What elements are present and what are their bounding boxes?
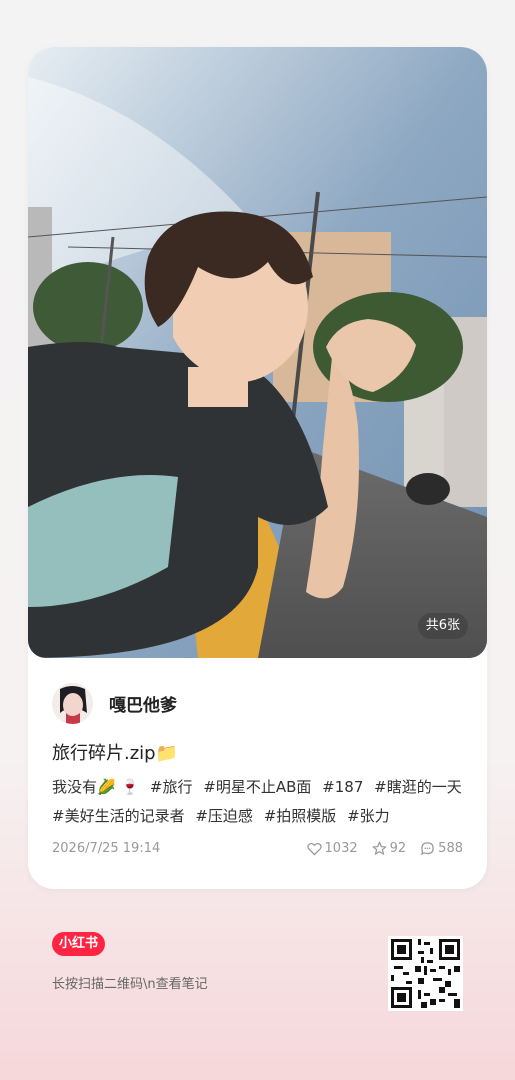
hashtag[interactable]: #旅行 — [150, 778, 193, 796]
post-meta: 2026/7/25 19:14 1032 92 588 — [52, 841, 463, 856]
hashtag[interactable]: #压迫感 — [195, 807, 253, 825]
favorite-count: 92 — [389, 841, 407, 856]
note-card[interactable]: 共6张 嘎巴他爹 旅行碎片.zip📁 我没有🌽 🍷 #旅行 #明星不止AB面 #… — [28, 47, 487, 889]
comment-icon — [421, 842, 434, 856]
hashtag[interactable]: #明星不止AB面 — [203, 778, 311, 796]
star-icon — [372, 841, 386, 855]
image-count-badge: 共6张 — [417, 613, 468, 639]
like-stat[interactable]: 1032 — [306, 841, 358, 856]
description-text: 我没有🌽 🍷 — [52, 778, 140, 796]
hashtag[interactable]: #张力 — [347, 807, 390, 825]
heart-icon — [306, 842, 322, 856]
comment-count: 588 — [438, 841, 463, 856]
post-description: 我没有🌽 🍷 #旅行 #明星不止AB面 #187 #瞎逛的一天 #美好生活的记录… — [52, 773, 472, 831]
post-title: 旅行碎片.zip📁 — [52, 743, 179, 764]
avatar[interactable] — [52, 682, 93, 724]
post-date: 2026/7/25 19:14 — [52, 841, 161, 856]
scan-tip: 长按扫描二维码\n查看笔记 — [52, 977, 208, 992]
like-count: 1032 — [324, 841, 358, 856]
favorite-stat[interactable]: 92 — [372, 841, 407, 856]
brand-logo: 小红书 — [52, 932, 106, 956]
post-photo[interactable] — [28, 47, 487, 658]
hashtag[interactable]: #拍照模版 — [264, 807, 337, 825]
comment-stat[interactable]: 588 — [420, 841, 463, 856]
qr-code[interactable] — [388, 936, 463, 1011]
hashtag[interactable]: #187 — [322, 778, 363, 796]
author-row[interactable]: 嘎巴他爹 — [52, 682, 177, 724]
hashtag[interactable]: #瞎逛的一天 — [374, 778, 462, 796]
author-name[interactable]: 嘎巴他爹 — [109, 691, 177, 716]
hashtag[interactable]: #美好生活的记录者 — [52, 807, 185, 825]
